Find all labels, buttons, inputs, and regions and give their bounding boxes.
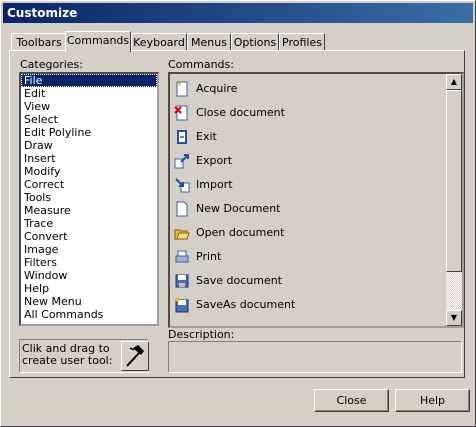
close-button[interactable]: Close [314, 389, 389, 412]
scroll-down-button[interactable]: ▼ [446, 310, 462, 326]
command-item[interactable]: Save document [174, 270, 282, 292]
customize-dialog: Customize Toolbars Commands Keyboard Men… [0, 0, 476, 427]
category-item[interactable]: Edit [21, 87, 157, 100]
command-label: New Document [196, 202, 281, 215]
command-item[interactable]: Import [174, 174, 233, 196]
window-title: Customize [7, 6, 78, 20]
command-label: Exit [196, 130, 217, 143]
print-icon [174, 249, 190, 265]
save-as-document-icon [174, 297, 190, 313]
category-item[interactable]: Edit Polyline [21, 126, 157, 139]
user-tool-box: Clik and drag to create user tool: [19, 339, 149, 373]
tab-profiles[interactable]: Profiles [279, 33, 325, 51]
command-label: Import [196, 178, 233, 191]
command-item[interactable]: Acquire [174, 78, 237, 100]
command-label: Export [196, 154, 233, 167]
scroll-track[interactable] [446, 272, 462, 308]
save-document-icon [174, 273, 190, 289]
tab-keyboard[interactable]: Keyboard [131, 33, 187, 51]
command-item[interactable]: Export [174, 150, 232, 172]
command-item[interactable]: Print [174, 246, 221, 268]
export-icon [174, 153, 190, 169]
command-label: SaveAs document [196, 298, 296, 311]
category-item[interactable]: Filters [21, 256, 157, 269]
commands-scrollbar[interactable]: ▲ ▼ [446, 74, 462, 326]
category-item[interactable]: Trace [21, 217, 157, 230]
category-item[interactable]: File [21, 74, 157, 87]
category-item[interactable]: Draw [21, 139, 157, 152]
command-item[interactable]: SaveAs document [174, 294, 295, 316]
category-item[interactable]: View [21, 100, 157, 113]
command-label: Acquire [196, 82, 238, 95]
category-item[interactable]: Select [21, 113, 157, 126]
scroll-thumb[interactable] [446, 90, 462, 272]
new-document-icon [174, 201, 190, 217]
hammer-icon[interactable] [121, 341, 149, 371]
import-icon [174, 177, 190, 193]
scroll-up-button[interactable]: ▲ [446, 74, 462, 90]
category-item[interactable]: Help [21, 282, 157, 295]
command-item[interactable]: Exit [174, 126, 217, 148]
commands-tab-panel: Categories: File Edit View Select Edit Polyl… [9, 50, 465, 378]
tab-commands[interactable]: Commands [65, 31, 131, 52]
command-item[interactable]: New Document [174, 198, 280, 220]
description-box [168, 341, 462, 373]
category-item[interactable]: Tools [21, 191, 157, 204]
help-button[interactable]: Help [395, 389, 470, 412]
exit-icon [174, 129, 190, 145]
acquire-icon [174, 81, 190, 97]
tab-options[interactable]: Options [231, 33, 279, 51]
categories-list[interactable]: File Edit View Select Edit Polyline Draw Inser… [19, 72, 159, 326]
category-item[interactable]: Image [21, 243, 157, 256]
category-item[interactable]: Correct [21, 178, 157, 191]
command-label: Save document [196, 274, 282, 287]
category-item[interactable]: Modify [21, 165, 157, 178]
category-item[interactable]: Convert [21, 230, 157, 243]
tab-toolbars[interactable]: Toolbars [11, 33, 67, 51]
close-document-icon [174, 105, 190, 121]
open-document-icon [174, 225, 190, 241]
user-tool-hint: Clik and drag to create user tool: [22, 342, 113, 367]
title-bar[interactable]: Customize [3, 3, 473, 23]
category-item[interactable]: All Commands [21, 308, 157, 321]
categories-label: Categories: [20, 58, 83, 71]
command-label: Close document [196, 106, 285, 119]
command-label: Open document [196, 226, 285, 239]
tab-menus[interactable]: Menus [187, 33, 231, 51]
category-item[interactable]: Window [21, 269, 157, 282]
description-label: Description: [168, 328, 235, 341]
command-item[interactable]: Close document [174, 102, 285, 124]
category-item[interactable]: Insert [21, 152, 157, 165]
category-item[interactable]: New Menu [21, 295, 157, 308]
commands-list[interactable]: Acquire Close document Exit Export Import New… [168, 72, 464, 328]
command-item[interactable]: Open document [174, 222, 284, 244]
commands-label: Commands: [168, 58, 234, 71]
category-item[interactable]: Measure [21, 204, 157, 217]
command-label: Print [196, 250, 222, 263]
